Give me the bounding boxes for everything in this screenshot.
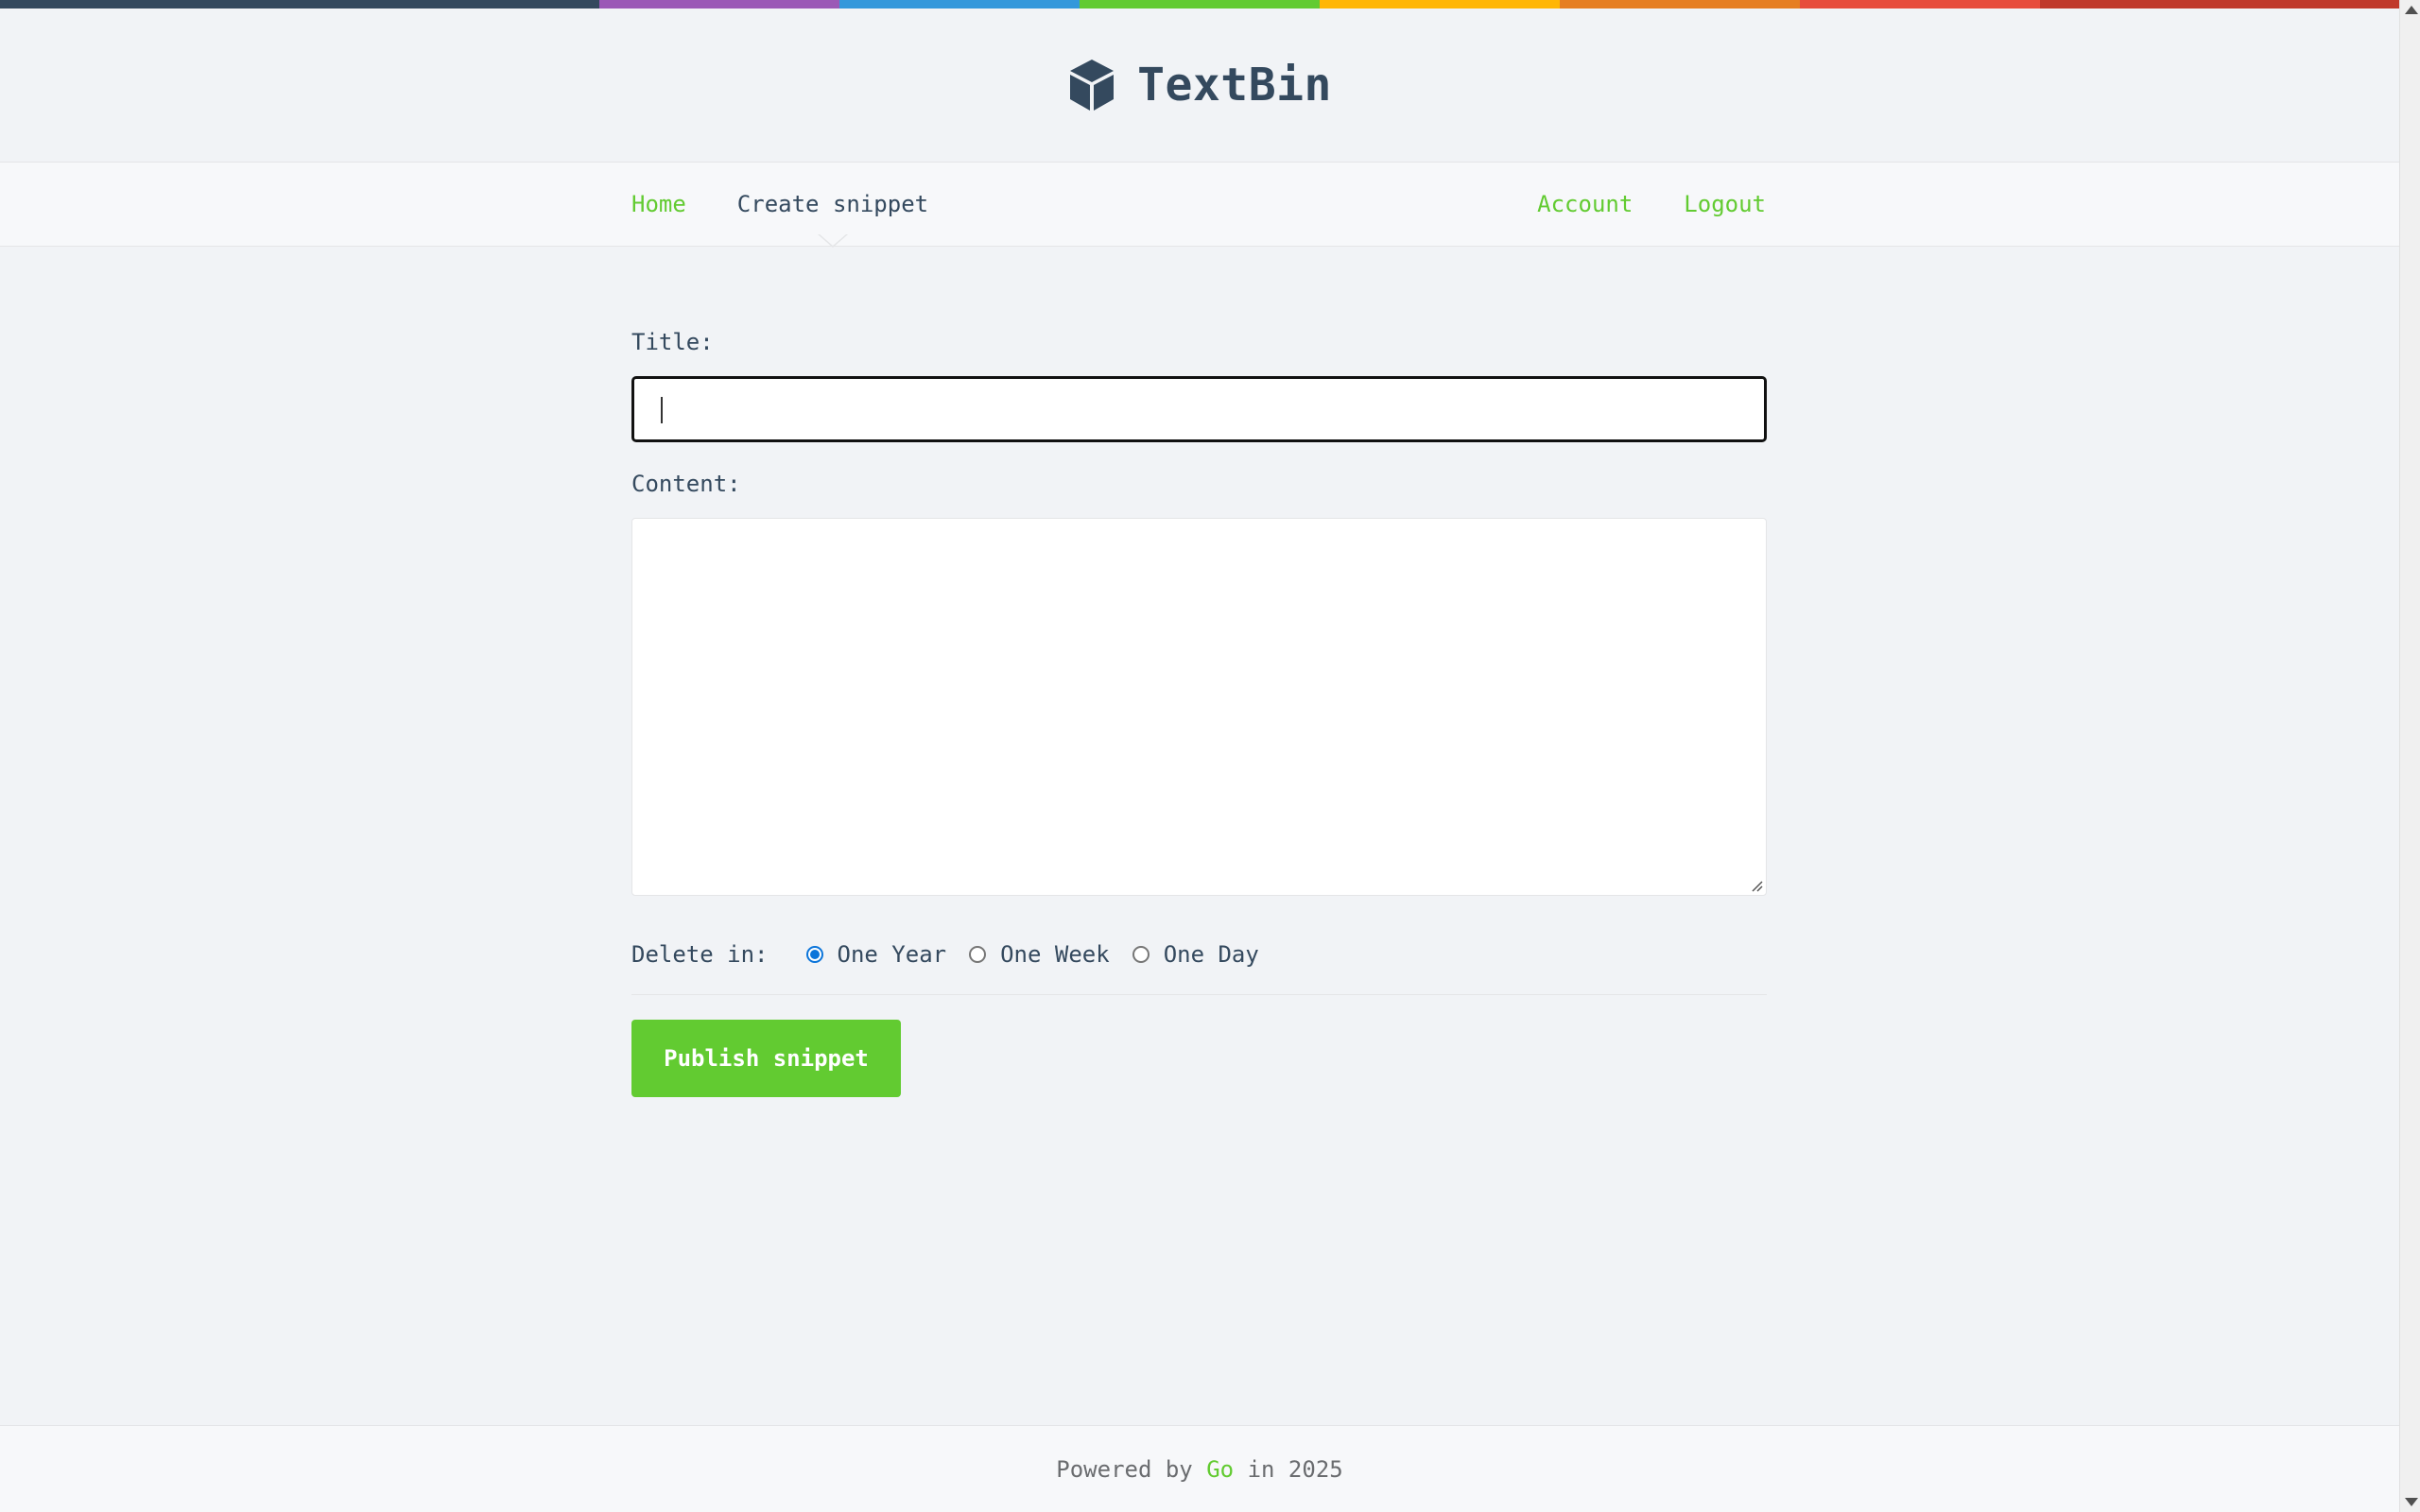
stripe-segment [0,0,599,9]
logo-link[interactable]: TextBin [1067,58,1332,112]
radio-one-week[interactable] [969,946,987,963]
text-caret [661,397,663,423]
stripe-segment [1560,0,1800,9]
nav-right: Account Logout [1537,191,1766,217]
scroll-up-arrow-icon[interactable] [2405,6,2418,14]
resize-grip-icon[interactable] [1750,879,1763,892]
content-label: Content: [631,471,741,497]
create-snippet-form: Title: Content: Delete in: One Year One … [631,325,1767,1097]
cube-icon [1070,60,1115,111]
form-divider [631,994,1767,995]
scroll-down-arrow-icon[interactable] [2405,1498,2418,1506]
expiry-option-one-year[interactable]: One Year [805,941,947,968]
site-header: TextBin [0,9,2399,162]
expiry-option-one-day[interactable]: One Day [1132,941,1259,968]
page: TextBin Home Create snippet Account Logo… [0,0,2399,1512]
stripe-segment [1080,0,1320,9]
content-textarea[interactable] [631,518,1767,896]
radio-label-one-day[interactable]: One Day [1164,941,1259,968]
vertical-scrollbar[interactable] [2399,0,2420,1512]
stripe-segment [599,0,839,9]
nav-inner: Home Create snippet Account Logout [631,163,1766,246]
stripe-segment [839,0,1080,9]
footer-suffix: in 2025 [1247,1455,1343,1483]
main-nav: Home Create snippet Account Logout [0,162,2399,247]
stripe-segment [1800,0,2040,9]
radio-label-one-year[interactable]: One Year [838,941,947,968]
nav-logout-link[interactable]: Logout [1684,191,1766,217]
footer-go-link[interactable]: Go [1206,1456,1234,1483]
site-title: TextBin [1137,59,1332,112]
publish-snippet-button[interactable]: Publish snippet [631,1020,901,1097]
stripe-segment [1320,0,1560,9]
radio-one-day[interactable] [1132,946,1150,963]
color-stripe [0,0,2399,9]
footer-prefix: Powered by [1056,1455,1193,1483]
title-label: Title: [631,329,714,355]
radio-one-year[interactable] [805,946,823,963]
nav-account-link[interactable]: Account [1537,191,1633,217]
delete-in-label: Delete in: [631,941,769,968]
nav-create-snippet-link[interactable]: Create snippet [737,191,928,217]
nav-left: Home Create snippet [631,191,928,217]
nav-home-link[interactable]: Home [631,191,686,217]
site-footer: Powered by Go in 2025 [0,1425,2399,1512]
expiry-option-one-week[interactable]: One Week [969,941,1110,968]
expiry-row: Delete in: One Year One Week One Day [631,936,1767,973]
stripe-segment [2040,0,2399,9]
title-input[interactable] [631,376,1767,442]
radio-label-one-week[interactable]: One Week [1000,941,1110,968]
